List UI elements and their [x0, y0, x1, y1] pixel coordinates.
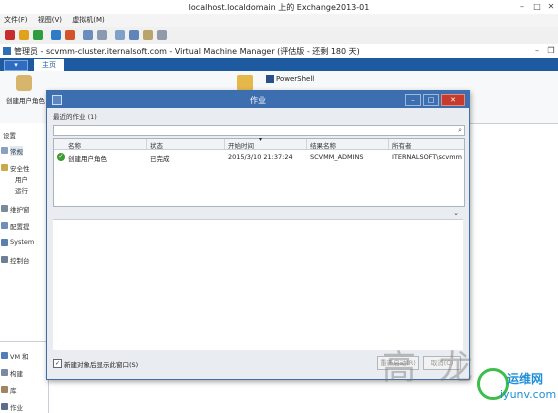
- row-start-time: 2015/3/10 21:37:24: [228, 153, 293, 161]
- general-icon: [1, 147, 8, 154]
- column-status[interactable]: 状态: [150, 140, 163, 150]
- nav-item-maintenance[interactable]: 维护窗: [10, 204, 30, 214]
- row-status: 已完成: [150, 155, 170, 163]
- tab-home[interactable]: 主页: [34, 59, 64, 71]
- nav-item-security[interactable]: 安全性: [10, 163, 30, 173]
- workspace-library[interactable]: 库: [10, 385, 17, 395]
- library-icon: [1, 386, 8, 393]
- grid-header: 名称 状态 开始时间 ▾ 结果名称 所有者: [54, 136, 464, 150]
- jobs-icon: [1, 403, 8, 410]
- system-icon: [1, 239, 8, 246]
- workspace-jobs[interactable]: 作业: [10, 402, 23, 412]
- pause-icon[interactable]: [19, 30, 29, 40]
- left-navigation-pane: 设置 常规 安全性 用户 运行 维护窗 配置提 System 控制台 VM 和 …: [0, 123, 49, 413]
- host-title-bar: localhost.localdomain 上的 Exchange2013-01…: [0, 0, 558, 15]
- workspace-divider: [0, 341, 48, 342]
- menu-vm[interactable]: 虚拟机(M): [68, 14, 109, 27]
- nav-item-config[interactable]: 配置提: [10, 221, 30, 231]
- reset-icon[interactable]: [65, 30, 75, 40]
- host-window-title: localhost.localdomain 上的 Exchange2013-01: [188, 3, 370, 12]
- column-owner[interactable]: 所有者: [392, 140, 412, 150]
- create-user-role-button[interactable]: 创建用户角色: [6, 95, 46, 105]
- folder-icon[interactable]: [237, 75, 253, 91]
- power-off-icon[interactable]: [5, 30, 15, 40]
- search-icon[interactable]: ⌕: [458, 126, 462, 135]
- dialog-minimize-icon[interactable]: –: [405, 94, 421, 106]
- show-window-checkbox[interactable]: ✓: [53, 359, 62, 368]
- powershell-button[interactable]: PowerShell: [276, 75, 314, 83]
- vmm-title-bar: 管理员 - scvmm-cluster.iternalsoft.com - Vi…: [0, 44, 558, 59]
- user-role-icon[interactable]: [16, 75, 32, 91]
- workspace-vms-services[interactable]: VM 和: [10, 351, 29, 361]
- column-separator: [388, 139, 389, 149]
- fabric-icon: [1, 369, 8, 376]
- column-result-name[interactable]: 结果名称: [310, 140, 336, 150]
- powershell-icon[interactable]: [266, 75, 274, 83]
- settings-icon[interactable]: [97, 30, 107, 40]
- maximize-icon[interactable]: □: [531, 2, 543, 11]
- column-name[interactable]: 名称: [68, 140, 81, 150]
- dialog-close-icon[interactable]: ✕: [441, 94, 465, 106]
- nav-item-console[interactable]: 控制台: [10, 255, 30, 265]
- column-separator: [306, 139, 307, 149]
- sort-desc-icon: ▾: [259, 136, 263, 143]
- vmm-window-title: 管理员 - scvmm-cluster.iternalsoft.com - Vi…: [14, 47, 360, 56]
- file-menu-button[interactable]: ▾: [4, 60, 28, 71]
- column-separator: [224, 139, 225, 149]
- help-icon[interactable]: [157, 30, 167, 40]
- table-row[interactable]: ✓ 创建用户角色 已完成 2015/3/10 21:37:24 SCVMM_AD…: [54, 151, 464, 163]
- vmm-restore-icon[interactable]: ❐: [545, 46, 557, 55]
- refresh-icon[interactable]: [51, 30, 61, 40]
- maintenance-icon: [1, 205, 8, 212]
- show-window-checkbox-label[interactable]: 新建对象后显示此窗口(S): [64, 359, 138, 369]
- watermark: 高 龙 运维网 iyunv.com: [382, 340, 558, 413]
- column-separator: [146, 139, 147, 149]
- nav-item-general[interactable]: 常规: [10, 146, 23, 156]
- recent-jobs-label: 最近的作业 (1): [53, 113, 97, 121]
- completed-check-icon: ✓: [57, 153, 65, 161]
- vmm-app-icon: [3, 47, 11, 55]
- job-details-pane: [53, 219, 463, 350]
- send-keys-icon[interactable]: [143, 30, 153, 40]
- vmm-minimize-icon[interactable]: –: [531, 46, 543, 55]
- details-splitter[interactable]: ⌄: [53, 209, 463, 219]
- security-icon: [1, 164, 8, 171]
- dialog-maximize-icon[interactable]: □: [423, 94, 439, 106]
- row-name: 创建用户角色: [68, 155, 107, 163]
- host-menubar: 文件(F) 视图(V) 虚拟机(M): [0, 14, 558, 27]
- jobs-grid: 名称 状态 开始时间 ▾ 结果名称 所有者 ✓ 创建用户角色 已完成 2015/…: [53, 136, 465, 207]
- snapshot-icon[interactable]: [83, 30, 93, 40]
- nav-item-runas[interactable]: 运行: [15, 185, 28, 195]
- config-icon: [1, 222, 8, 229]
- watermark-text: 高 龙: [382, 348, 479, 388]
- nav-item-users[interactable]: 用户: [15, 174, 28, 184]
- jobs-dialog: 作业 – □ ✕ 最近的作业 (1) ⌕ 名称 状态 开始时间 ▾ 结果名称 所…: [46, 90, 470, 380]
- chevron-down-icon[interactable]: ⌄: [453, 209, 459, 217]
- console-settings-icon: [1, 256, 8, 263]
- fullscreen-icon[interactable]: [115, 30, 125, 40]
- minimize-icon[interactable]: –: [516, 2, 528, 11]
- console-icon[interactable]: [129, 30, 139, 40]
- menu-file[interactable]: 文件(F): [0, 14, 32, 27]
- watermark-site-name: 运维网: [507, 372, 544, 386]
- row-result-name: SCVMM_ADMINS: [310, 153, 364, 161]
- vms-services-icon: [1, 352, 8, 359]
- workspace-fabric[interactable]: 构建: [10, 368, 23, 378]
- host-toolbar: [0, 27, 558, 45]
- play-icon[interactable]: [33, 30, 43, 40]
- close-icon[interactable]: ✕: [545, 2, 557, 11]
- jobs-dialog-title-bar[interactable]: 作业 – □ ✕: [47, 91, 469, 108]
- row-owner: ITERNALSOFT\scvmm...: [392, 153, 462, 161]
- ribbon-tabs: ▾ 主页: [0, 58, 558, 71]
- menu-view[interactable]: 视图(V): [34, 14, 66, 27]
- jobs-search-input[interactable]: ⌕: [53, 125, 465, 136]
- watermark-site-url: iyunv.com: [500, 388, 557, 401]
- nav-item-system[interactable]: System: [10, 238, 34, 246]
- settings-section-title: 设置: [3, 132, 16, 140]
- column-start-time[interactable]: 开始时间: [228, 140, 254, 150]
